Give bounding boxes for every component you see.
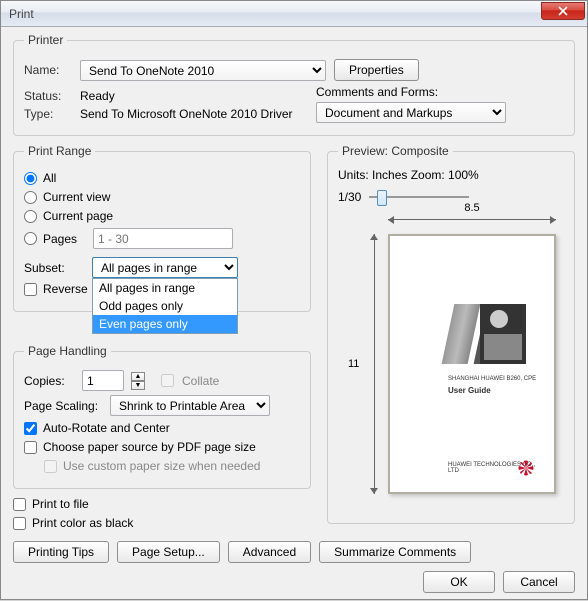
preview-page: SHANGHAI HUAWEI B260, CPE User Guide HUA… [388,234,556,494]
titlebar: Print [1,1,587,27]
auto-rotate-checkbox[interactable] [24,422,37,435]
huawei-logo-icon [518,460,534,476]
subset-select[interactable]: All pages in range [92,257,238,278]
use-custom-label: Use custom paper size when needed [63,459,260,473]
close-icon [558,6,568,16]
copies-input[interactable] [82,370,124,391]
scaling-label: Page Scaling: [24,399,102,413]
ok-button[interactable]: OK [423,571,495,593]
comments-select[interactable]: Document and Markups [316,102,506,123]
zoom-slider[interactable] [369,196,564,198]
page-setup-button[interactable]: Page Setup... [117,541,220,563]
page-handling-legend: Page Handling [24,344,111,358]
advanced-button[interactable]: Advanced [228,541,311,563]
print-to-file-checkbox[interactable] [13,498,26,511]
doc-subtitle: User Guide [448,386,491,395]
current-view-radio[interactable] [24,191,37,204]
subset-option-even[interactable]: Even pages only [93,315,237,333]
subset-label: Subset: [24,261,84,275]
window-title: Print [9,7,541,21]
pages-label[interactable]: Pages [43,232,77,246]
choose-paper-checkbox[interactable] [24,441,37,454]
print-color-black-checkbox[interactable] [13,517,26,530]
page-handling-group: Page Handling Copies: ▲▼ Collate Page Sc… [13,344,311,489]
status-value: Ready [80,89,115,103]
preview-group: Preview: Composite Units: Inches Zoom: 1… [327,144,575,524]
preview-stage: 8.5 11 SHANGHAI HUAW [338,210,564,500]
collate-label: Collate [182,374,219,388]
chevron-up-icon[interactable]: ▲ [131,372,145,381]
properties-button[interactable]: Properties [334,59,419,81]
comments-label: Comments and Forms: [316,85,564,99]
current-page-label[interactable]: Current page [43,209,113,223]
choose-paper-label[interactable]: Choose paper source by PDF page size [43,440,256,454]
cancel-button[interactable]: Cancel [503,571,575,593]
chevron-down-icon[interactable]: ▼ [131,381,145,390]
type-label: Type: [24,107,72,121]
print-dialog: Print Printer Name: Send To OneNote 2010… [0,0,588,600]
dim-height: 11 [348,234,378,494]
preview-legend: Preview: Composite [338,144,453,158]
type-value: Send To Microsoft OneNote 2010 Driver [80,107,293,121]
printer-legend: Printer [24,33,67,47]
subset-option-odd[interactable]: Odd pages only [93,297,237,315]
all-label[interactable]: All [43,171,56,185]
subset-dropdown: All pages in range Odd pages only Even p… [92,278,238,334]
slider-thumb[interactable] [377,190,387,206]
collate-checkbox [161,374,174,387]
auto-rotate-label[interactable]: Auto-Rotate and Center [43,421,170,435]
preview-graphic [448,304,526,364]
current-page-radio[interactable] [24,210,37,223]
doc-title: SHANGHAI HUAWEI B260, CPE [448,376,536,382]
print-color-black-label[interactable]: Print color as black [32,516,133,530]
printer-group: Printer Name: Send To OneNote 2010 Prope… [13,33,575,136]
copies-spinner[interactable]: ▲▼ [131,372,145,390]
status-label: Status: [24,89,72,103]
page-count: 1/30 [338,190,361,204]
pages-radio[interactable] [24,232,37,245]
subset-option-all[interactable]: All pages in range [93,279,237,297]
printing-tips-button[interactable]: Printing Tips [13,541,109,563]
height-value: 11 [348,358,359,370]
print-range-legend: Print Range [24,144,95,158]
printer-name-select[interactable]: Send To OneNote 2010 [80,60,326,81]
pages-input[interactable] [93,228,233,249]
use-custom-checkbox [44,460,57,473]
all-radio[interactable] [24,172,37,185]
dim-width: 8.5 [388,210,556,228]
print-range-group: Print Range All Current view Current pag… [13,144,311,312]
copies-label: Copies: [24,374,74,388]
name-label: Name: [24,63,72,77]
width-value: 8.5 [464,202,479,214]
close-button[interactable] [541,2,585,20]
print-to-file-label[interactable]: Print to file [32,497,89,511]
summarize-comments-button[interactable]: Summarize Comments [319,541,471,563]
current-view-label[interactable]: Current view [43,190,110,204]
reverse-checkbox[interactable] [24,283,37,296]
reverse-label[interactable]: Reverse [43,282,88,296]
scaling-select[interactable]: Shrink to Printable Area [110,395,270,416]
preview-units: Units: Inches Zoom: 100% [338,168,564,182]
